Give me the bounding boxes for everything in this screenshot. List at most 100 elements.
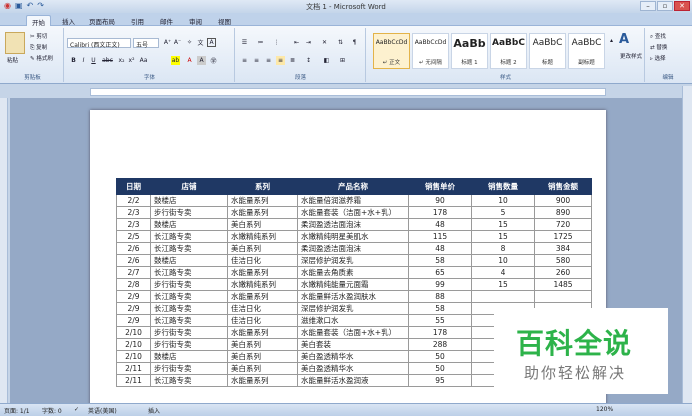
table-cell[interactable]: 720 [534,218,592,231]
table-cell[interactable]: 58 [408,302,472,315]
table-cell[interactable]: 90 [408,194,472,207]
table-cell[interactable]: 15 [471,218,535,231]
table-cell[interactable]: 水能量系列 [227,194,298,207]
table-cell[interactable]: 58 [408,254,472,267]
table-cell[interactable]: 2/9 [116,314,151,327]
table-cell[interactable]: 步行街专卖 [150,278,228,291]
table-cell[interactable]: 99 [408,278,472,291]
copy-button[interactable]: ⎘ 复制 [30,43,47,52]
style-subtitle[interactable]: AaBbC 副标题 [568,33,605,69]
table-cell[interactable]: 水嫩精纯系列 [227,230,298,243]
superscript-icon[interactable]: x² [127,56,136,65]
zoom-level[interactable]: 120% [596,406,613,413]
table-cell[interactable]: 65 [408,266,472,279]
word-count[interactable]: 字数: 0 [42,406,62,415]
style-no-spacing[interactable]: AaBbCcDd ↵ 无间隔 [412,33,449,69]
subscript-icon[interactable]: x₂ [117,56,126,65]
table-cell[interactable]: 10 [471,194,535,207]
underline-icon[interactable]: U [89,56,98,65]
table-cell[interactable]: 2/6 [116,242,151,255]
table-cell[interactable]: 鼓楼店 [150,254,228,267]
table-cell[interactable]: 178 [408,326,472,339]
font-name-select[interactable]: Calibri (西文正文) [67,38,131,49]
enclose-char-icon[interactable]: ㊫ [209,56,218,65]
table-cell[interactable]: 水能量系列 [227,326,298,339]
line-spacing-icon[interactable]: ↕ [304,56,313,65]
table-cell[interactable]: 8 [471,242,535,255]
table-cell[interactable]: 长江路专卖 [150,314,228,327]
table-cell[interactable]: 美白系列 [227,338,298,351]
language-indicator[interactable]: 英语(美国) [88,406,117,415]
table-cell[interactable]: 佳洁日化 [227,254,298,267]
find-button[interactable]: ⌕ 查找 [650,32,666,41]
table-cell[interactable]: 95 [408,374,472,387]
table-cell[interactable]: 水嫩精纯系列 [227,278,298,291]
italic-icon[interactable]: I [79,56,88,65]
table-cell[interactable]: 长江路专卖 [150,266,228,279]
table-cell[interactable]: 2/9 [116,290,151,303]
col-store[interactable]: 店铺 [150,178,228,195]
decrease-indent-icon[interactable]: ⇤ [292,38,301,47]
table-cell[interactable]: 2/6 [116,254,151,267]
table-cell[interactable]: 2/10 [116,338,151,351]
table-cell[interactable]: 柔润盈透洁面泡沫 [297,218,409,231]
bullets-icon[interactable]: ☰ [240,38,249,47]
table-cell[interactable]: 步行街专卖 [150,338,228,351]
table-cell[interactable]: 水能量去角质素 [297,266,409,279]
table-cell[interactable]: 步行街专卖 [150,326,228,339]
borders-icon[interactable]: ⊞ [338,56,347,65]
table-cell[interactable]: 美白盈透精华水 [297,362,409,375]
clear-format-icon[interactable]: ✧ [185,38,194,47]
table-cell[interactable]: 5 [471,206,535,219]
table-cell[interactable]: 长江路专卖 [150,290,228,303]
table-cell[interactable]: 美白盈透精华水 [297,350,409,363]
tab-view[interactable]: 视图 [218,15,231,26]
table-cell[interactable]: 900 [534,194,592,207]
phonetic-icon[interactable]: 文 [196,38,205,47]
vertical-scrollbar[interactable] [682,86,692,403]
table-cell[interactable]: 鼓楼店 [150,194,228,207]
page-count[interactable]: 页面: 1/1 [4,406,30,415]
table-cell[interactable]: 水能量系列 [227,266,298,279]
align-left-icon[interactable]: ≡ [240,56,249,65]
col-series[interactable]: 系列 [227,178,298,195]
highlight-icon[interactable]: ab [171,56,180,65]
increase-indent-icon[interactable]: ⇥ [304,38,313,47]
style-heading1[interactable]: AaBb 标题 1 [451,33,488,69]
table-cell[interactable]: 水能量鲜活水盈润液 [297,374,409,387]
table-cell[interactable]: 水能量套装（洁面+水+乳） [297,326,409,339]
proofing-icon[interactable]: ✓ [74,406,79,413]
table-cell[interactable]: 水能量套装（洁面+水+乳） [297,206,409,219]
tab-review[interactable]: 审阅 [189,15,202,26]
show-marks-icon[interactable]: ¶ [350,38,359,47]
close-button[interactable]: ✕ [674,1,690,11]
table-cell[interactable]: 深层修护润发乳 [297,302,409,315]
table-cell[interactable]: 步行街专卖 [150,206,228,219]
table-cell[interactable]: 48 [408,218,472,231]
strikethrough-icon[interactable]: abc [102,56,113,65]
distribute-icon[interactable]: ≣ [288,56,297,65]
style-normal[interactable]: AaBbCcDd ↵ 正文 [373,33,410,69]
table-cell[interactable]: 2/2 [116,194,151,207]
table-cell[interactable]: 55 [408,314,472,327]
table-cell[interactable]: 15 [471,230,535,243]
shrink-font-icon[interactable]: A⁻ [173,38,182,47]
table-cell[interactable]: 美白系列 [227,350,298,363]
select-button[interactable]: ▹ 选择 [650,54,666,62]
font-color-icon[interactable]: A [185,56,194,65]
tab-references[interactable]: 引用 [131,15,144,26]
table-cell[interactable]: 水能量倍润滋养霜 [297,194,409,207]
table-cell[interactable]: 260 [534,266,592,279]
table-cell[interactable]: 2/10 [116,326,151,339]
maximize-button[interactable]: ▫ [657,1,673,11]
table-cell[interactable]: 2/3 [116,218,151,231]
table-cell[interactable]: 2/7 [116,266,151,279]
table-cell[interactable]: 长江路专卖 [150,230,228,243]
table-cell[interactable]: 长江路专卖 [150,374,228,387]
table-cell[interactable] [471,290,535,303]
table-cell[interactable]: 2/5 [116,230,151,243]
change-case-icon[interactable]: Aa [139,56,148,65]
table-cell[interactable]: 2/11 [116,374,151,387]
table-cell[interactable]: 滋维漱口水 [297,314,409,327]
multilevel-list-icon[interactable]: ⋮ [272,38,281,47]
